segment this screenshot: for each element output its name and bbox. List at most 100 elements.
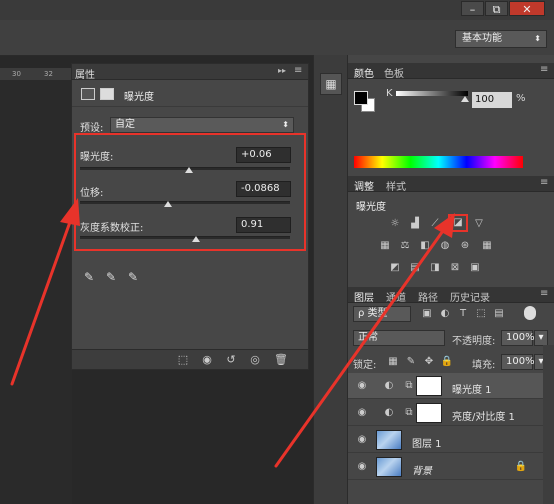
panel-menu-icon[interactable]: ≡ xyxy=(540,288,548,299)
tab-color[interactable]: 颜色 xyxy=(354,65,374,80)
color-balance-icon[interactable]: ⚖ xyxy=(398,240,412,252)
layer-name[interactable]: 背景 xyxy=(412,462,432,477)
tab-history[interactable]: 历史记录 xyxy=(450,289,490,304)
blend-mode-select[interactable]: 正常 xyxy=(353,330,445,346)
chevron-updown-icon: ⬍ xyxy=(282,120,289,129)
eye-icon[interactable]: ◉ xyxy=(356,434,368,446)
reset-icon[interactable]: ↺ xyxy=(224,353,238,367)
adjustments-tabbar: 调整 样式 ≡ xyxy=(348,176,554,193)
eyedropper-gray-icon[interactable]: ✎ xyxy=(104,270,118,284)
percent-unit: % xyxy=(516,93,526,104)
tab-layers[interactable]: 图层 xyxy=(354,289,374,304)
k-value-input[interactable]: 100 xyxy=(472,92,512,108)
minimize-button[interactable]: – xyxy=(461,1,484,16)
hue-saturation-icon[interactable]: ▦ xyxy=(378,240,392,252)
filter-shape-icon[interactable]: ⬚ xyxy=(474,308,488,320)
layer-row[interactable]: ◉ 图层 1 xyxy=(348,427,543,453)
filter-toggle[interactable] xyxy=(524,306,536,320)
exposure-icon-highlight xyxy=(448,214,468,232)
view-previous-icon[interactable]: ◉ xyxy=(200,353,214,367)
brightness-icon[interactable]: ☼ xyxy=(388,218,402,230)
mask-icon[interactable] xyxy=(100,88,114,100)
layer-name[interactable]: 亮度/对比度 1 xyxy=(452,408,515,423)
adjustment-title: 曝光度 xyxy=(124,92,154,103)
eye-icon[interactable]: ◉ xyxy=(356,407,368,419)
properties-footer: ⬚ ◉ ↺ ◎ 🗑 xyxy=(72,349,308,369)
lock-transparent-icon[interactable]: ▦ xyxy=(386,356,400,368)
adjustment-layer-icon: ◐ xyxy=(384,380,394,391)
lock-icon: 🔒 xyxy=(514,461,528,472)
fill-input[interactable]: 100% xyxy=(501,354,535,370)
tab-swatches[interactable]: 色板 xyxy=(384,65,404,80)
trash-icon[interactable]: 🗑 xyxy=(274,353,288,367)
adjustment-layer-icon: ◐ xyxy=(384,407,394,418)
layer-name[interactable]: 图层 1 xyxy=(412,435,442,450)
lock-position-icon[interactable]: ✥ xyxy=(422,356,436,368)
layer-thumbnail[interactable] xyxy=(376,430,402,450)
eyedropper-white-icon[interactable]: ✎ xyxy=(126,270,140,284)
tab-properties[interactable]: 属性 xyxy=(75,66,95,81)
lock-all-icon[interactable]: 🔒 xyxy=(440,356,454,368)
collapsed-panel-strip: ▦ xyxy=(313,55,347,504)
opacity-label: 不透明度: xyxy=(452,336,496,347)
gradient-map-icon[interactable]: ⊠ xyxy=(448,262,462,274)
foreground-color-swatch[interactable] xyxy=(354,91,368,105)
panel-menu-icon[interactable]: ≡ xyxy=(294,65,302,76)
color-lookup-icon[interactable]: ▦ xyxy=(480,240,494,252)
layers-scrollbar[interactable] xyxy=(543,345,554,504)
preset-label: 预设: xyxy=(80,123,104,134)
panel-menu-icon[interactable]: ≡ xyxy=(540,177,548,188)
link-icon: ⧉ xyxy=(405,380,413,391)
opacity-input[interactable]: 100% xyxy=(501,330,535,346)
levels-icon[interactable]: ▟ xyxy=(408,218,422,230)
filter-adjustment-icon[interactable]: ◐ xyxy=(438,308,452,320)
invert-icon[interactable]: ◩ xyxy=(388,262,402,274)
channel-mixer-icon[interactable]: ⊛ xyxy=(458,240,472,252)
document-canvas[interactable] xyxy=(0,80,72,504)
panel-menu-icon[interactable]: ≡ xyxy=(540,64,548,75)
collapse-icon[interactable]: ▸▸ xyxy=(278,66,286,75)
properties-header: 曝光度 xyxy=(72,81,308,107)
black-white-icon[interactable]: ◧ xyxy=(418,240,432,252)
layer-row[interactable]: ◉ 背景 🔒 xyxy=(348,454,543,480)
close-button[interactable]: ✕ xyxy=(509,1,545,16)
tab-channels[interactable]: 通道 xyxy=(386,289,406,304)
layer-mask-thumbnail[interactable] xyxy=(416,403,442,423)
preset-select[interactable]: 自定 ⬍ xyxy=(110,117,294,133)
vibrance-icon[interactable]: ▽ xyxy=(472,218,486,230)
filter-smart-icon[interactable]: ▤ xyxy=(492,308,506,320)
threshold-icon[interactable]: ◨ xyxy=(428,262,442,274)
layers-tabbar: 图层 通道 路径 历史记录 ≡ xyxy=(348,287,554,304)
eye-icon[interactable]: ◉ xyxy=(356,461,368,473)
layer-mask-thumbnail[interactable] xyxy=(416,376,442,396)
tab-adjustments[interactable]: 调整 xyxy=(354,178,374,193)
k-slider[interactable] xyxy=(396,91,468,96)
preset-value: 自定 xyxy=(115,119,135,130)
filter-type-icon[interactable]: T xyxy=(456,308,470,320)
filter-pixel-icon[interactable]: ▣ xyxy=(420,308,434,320)
eye-icon[interactable]: ◉ xyxy=(356,380,368,392)
link-icon: ⧉ xyxy=(405,407,413,418)
opacity-dropdown-arrow[interactable]: ▾ xyxy=(534,330,548,346)
photo-filter-icon[interactable]: ◍ xyxy=(438,240,452,252)
clip-to-layer-icon[interactable]: ⬚ xyxy=(176,353,190,367)
layer-row[interactable]: ◉ ◐ ⧉ 曝光度 1 xyxy=(348,373,543,399)
properties-panel-icon[interactable]: ▦ xyxy=(320,73,342,95)
layer-row[interactable]: ◉ ◐ ⧉ 亮度/对比度 1 xyxy=(348,400,543,426)
posterize-icon[interactable]: ▤ xyxy=(408,262,422,274)
visibility-eye-icon[interactable]: ◎ xyxy=(248,353,262,367)
lock-image-icon[interactable]: ✎ xyxy=(404,356,418,368)
tab-styles[interactable]: 样式 xyxy=(386,178,406,193)
fill-label: 填充: xyxy=(472,360,496,371)
workspace-dropdown[interactable]: 基本功能 ⬍ xyxy=(455,30,547,48)
layer-filter-select[interactable]: ρ 类型 xyxy=(353,306,411,322)
layer-name[interactable]: 曝光度 1 xyxy=(452,381,492,396)
tab-paths[interactable]: 路径 xyxy=(418,289,438,304)
selective-color-icon[interactable]: ▣ xyxy=(468,262,482,274)
eyedropper-black-icon[interactable]: ✎ xyxy=(82,270,96,284)
layer-thumbnail[interactable] xyxy=(376,457,402,477)
k-slider-thumb[interactable] xyxy=(461,96,469,102)
curves-icon[interactable]: ⟋ xyxy=(428,218,442,230)
color-spectrum[interactable] xyxy=(354,156,523,168)
restore-button[interactable]: ⧉ xyxy=(485,1,508,16)
